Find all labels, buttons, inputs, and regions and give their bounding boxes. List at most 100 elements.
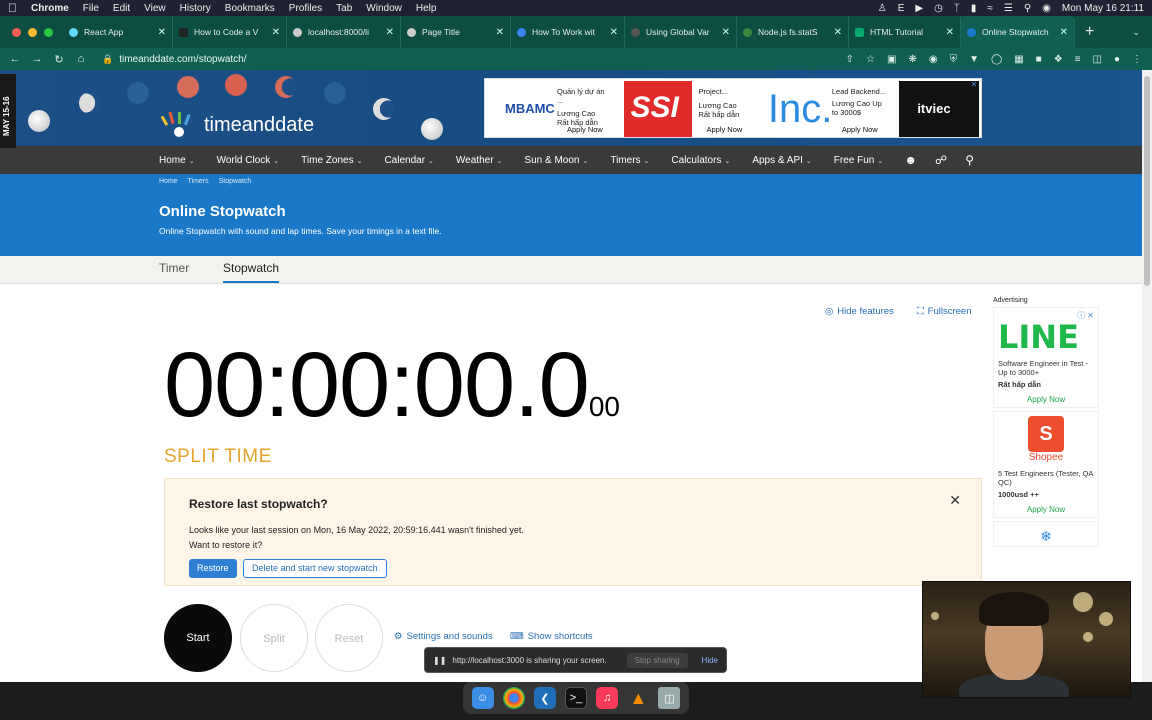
- extension-color-icon[interactable]: ◉: [929, 54, 938, 65]
- extension-c-icon[interactable]: ◯: [991, 54, 1002, 65]
- tab-search-icon[interactable]: ⌄: [1132, 27, 1140, 38]
- timeanddate-logo[interactable]: timeanddate: [160, 111, 314, 138]
- scrollbar-thumb[interactable]: [1144, 76, 1150, 286]
- spotlight-icon[interactable]: ⚲: [1024, 3, 1031, 14]
- ad-apply-link[interactable]: Apply Now: [706, 125, 742, 134]
- address-bar[interactable]: 🔒 timeanddate.com/stopwatch/: [102, 54, 247, 65]
- close-window-button[interactable]: [12, 27, 21, 37]
- menu-help[interactable]: Help: [416, 3, 437, 14]
- share-icon[interactable]: ⇧: [846, 54, 854, 65]
- reload-icon[interactable]: ↻: [48, 53, 70, 66]
- tab-close-icon[interactable]: ✕: [386, 27, 394, 38]
- minimize-window-button[interactable]: [28, 27, 37, 37]
- vscode-icon[interactable]: ❮: [533, 687, 556, 709]
- extension-cam-icon[interactable]: ■: [1036, 54, 1042, 65]
- menu-edit[interactable]: Edit: [113, 3, 130, 14]
- extension-icon[interactable]: ❋: [908, 54, 916, 65]
- tab-how-to-work[interactable]: How To Work wit ✕: [511, 16, 625, 48]
- trash-icon[interactable]: ◫: [658, 687, 681, 709]
- lock-icon[interactable]: 🔒: [102, 54, 113, 65]
- tab-close-icon[interactable]: ✕: [272, 27, 280, 38]
- ad-shopee[interactable]: S Shopee 5 Test Engineers (Tester, QA QC…: [993, 411, 1099, 518]
- tab-dev-to[interactable]: How to Code a V ✕: [173, 16, 287, 48]
- profile-avatar-icon[interactable]: ●: [1114, 54, 1120, 65]
- tab-timer[interactable]: Timer: [159, 261, 189, 281]
- reading-list-icon[interactable]: ≡: [1075, 54, 1081, 65]
- ad-inc[interactable]: Inc. Lead Backend... Lương Cao Up to 300…: [762, 81, 897, 137]
- wifi-icon[interactable]: ≈: [987, 3, 993, 14]
- home-icon[interactable]: ⌂: [70, 53, 92, 65]
- breadcrumb-home[interactable]: Home: [159, 178, 178, 185]
- input-source-indicator[interactable]: E: [898, 3, 905, 14]
- tab-stopwatch[interactable]: Stopwatch: [223, 261, 280, 283]
- tab-react-app[interactable]: React App ✕: [63, 16, 173, 48]
- tab-online-stopwatch[interactable]: Online Stopwatch ✕: [961, 16, 1075, 48]
- nav-free-fun[interactable]: Free Fun ⌄: [834, 155, 883, 166]
- ad-apply-link[interactable]: Apply Now: [994, 499, 1098, 517]
- new-tab-button[interactable]: +: [1085, 23, 1094, 41]
- menu-file[interactable]: File: [83, 3, 99, 14]
- apple-icon[interactable]: : [8, 1, 17, 15]
- extension-shield-icon[interactable]: ⛨: [950, 54, 958, 65]
- account-icon[interactable]: ☻: [904, 153, 917, 167]
- puzzle-icon[interactable]: ❖: [1054, 54, 1063, 65]
- nav-world-clock[interactable]: World Clock ⌄: [217, 155, 280, 166]
- search-icon[interactable]: ⚲: [965, 153, 974, 167]
- page-scrollbar[interactable]: [1142, 70, 1152, 682]
- menu-history[interactable]: History: [180, 3, 211, 14]
- ad-ssi[interactable]: SSI Project... Lương Cao Rất hấp dẫn App…: [624, 81, 760, 137]
- hide-features-link[interactable]: ◎ Hide features: [825, 306, 894, 317]
- ad-partial[interactable]: ❄: [993, 521, 1099, 547]
- nav-weather[interactable]: Weather ⌄: [456, 155, 503, 166]
- menubar-clock[interactable]: Mon May 16 21:11: [1062, 3, 1144, 14]
- top-ad-banner[interactable]: MBAMC Quản lý dự án ... Lương Cao Rất hấ…: [484, 78, 982, 138]
- restore-button[interactable]: Restore: [189, 559, 237, 578]
- back-arrow-icon[interactable]: ←: [4, 53, 26, 65]
- clock-icon[interactable]: ◷: [934, 3, 943, 14]
- tab-close-icon[interactable]: ✕: [496, 27, 504, 38]
- extension-translate-icon[interactable]: ▣: [887, 54, 896, 65]
- settings-link[interactable]: ⚙ Settings and sounds: [394, 631, 493, 642]
- tab-close-icon[interactable]: ✕: [722, 27, 730, 38]
- nav-calendar[interactable]: Calendar ⌄: [384, 155, 433, 166]
- terminal-icon[interactable]: >_: [564, 687, 587, 709]
- extension-grid-icon[interactable]: ▦: [1014, 54, 1023, 65]
- music-icon[interactable]: ♫: [596, 687, 619, 709]
- tab-global-var[interactable]: Using Global Var ✕: [625, 16, 737, 48]
- ad-line[interactable]: ⓘ ✕ LINE Software Engineer in Test - Up …: [993, 307, 1099, 408]
- siri-icon[interactable]: ◉: [1042, 3, 1051, 14]
- nav-apps-api[interactable]: Apps & API ⌄: [752, 155, 811, 166]
- menu-app-name[interactable]: Chrome: [31, 3, 69, 14]
- menu-profiles[interactable]: Profiles: [289, 3, 322, 14]
- tab-close-icon[interactable]: ✕: [834, 27, 842, 38]
- vlc-icon[interactable]: ▲: [627, 687, 649, 709]
- reset-button[interactable]: Reset: [315, 604, 383, 672]
- ad-apply-link[interactable]: Apply Now: [994, 389, 1098, 407]
- delete-and-start-button[interactable]: Delete and start new stopwatch: [243, 559, 387, 578]
- nav-calculators[interactable]: Calculators ⌄: [671, 155, 730, 166]
- tab-close-icon[interactable]: ✕: [1060, 27, 1068, 38]
- finder-icon[interactable]: ☺: [471, 687, 494, 709]
- nav-sun-moon[interactable]: Sun & Moon ⌄: [524, 155, 588, 166]
- forward-arrow-icon[interactable]: →: [26, 53, 48, 65]
- play-icon[interactable]: ▶: [915, 3, 923, 14]
- nav-home[interactable]: Home ⌄: [159, 155, 195, 166]
- menu-tab[interactable]: Tab: [336, 3, 352, 14]
- tab-close-icon[interactable]: ✕: [946, 27, 954, 38]
- shortcuts-link[interactable]: ⌨ Show shortcuts: [510, 631, 593, 642]
- battery-icon[interactable]: ▮: [971, 3, 977, 14]
- tab-html-tutorial[interactable]: HTML Tutorial ✕: [849, 16, 961, 48]
- control-center-icon[interactable]: ☰: [1004, 3, 1013, 14]
- menu-window[interactable]: Window: [366, 3, 402, 14]
- tab-close-icon[interactable]: ✕: [158, 27, 166, 38]
- nav-timers[interactable]: Timers ⌄: [610, 155, 649, 166]
- ad-apply-link[interactable]: Apply Now: [567, 125, 603, 134]
- start-button[interactable]: Start: [164, 604, 232, 672]
- share-icon[interactable]: ☍: [935, 153, 947, 167]
- close-icon[interactable]: ✕: [949, 492, 961, 509]
- split-button[interactable]: Split: [240, 604, 308, 672]
- menu-view[interactable]: View: [144, 3, 166, 14]
- stop-sharing-button[interactable]: Stop sharing: [626, 652, 688, 668]
- bookmark-star-icon[interactable]: ☆: [866, 54, 875, 65]
- tab-nodejs-fs[interactable]: Node.js fs.statS ✕: [737, 16, 849, 48]
